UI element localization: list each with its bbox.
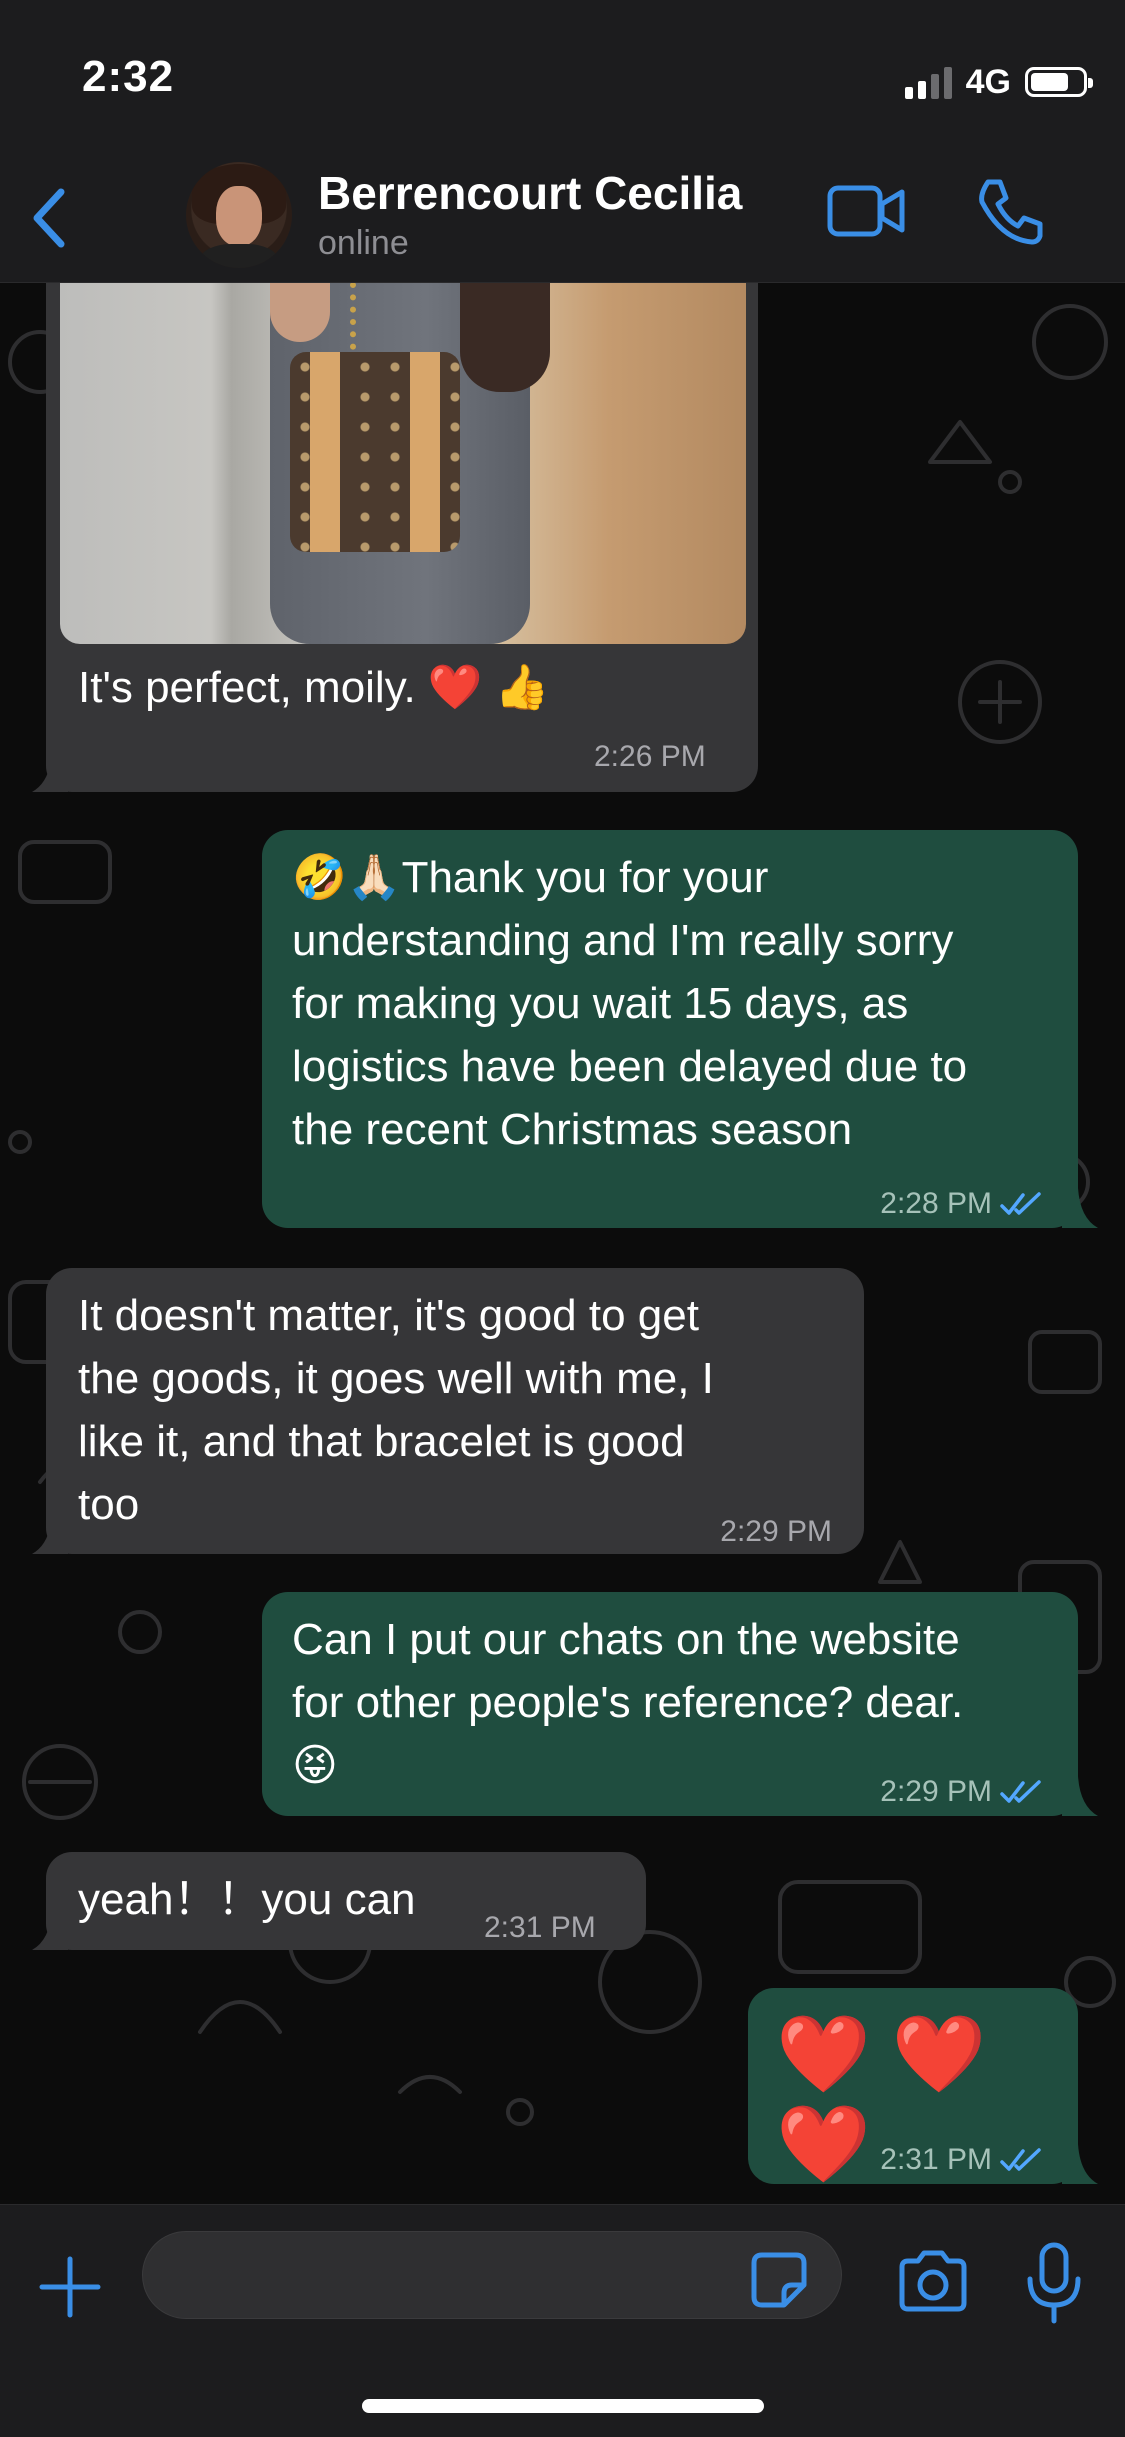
contact-status: online xyxy=(318,224,409,262)
message-text: 🤣🙏🏻Thank you for your understanding and … xyxy=(292,853,968,1154)
double-check-icon xyxy=(1000,2147,1041,2171)
signal-icon xyxy=(904,65,952,99)
message-bubble-incoming[interactable]: It doesn't matter, it's good to get the … xyxy=(46,1268,864,1554)
microphone-icon[interactable] xyxy=(1022,2241,1086,2325)
message-time: 2:31 PM xyxy=(484,1911,596,1944)
chat-header: 2:32 4G Berrencourt Cecilia online xyxy=(0,0,1125,283)
message-time: 2:28 PM xyxy=(880,1187,992,1220)
double-check-icon xyxy=(1000,1779,1041,1803)
bubble-tail xyxy=(32,752,68,792)
network-type: 4G xyxy=(965,62,1011,101)
message-time: 2:29 PM xyxy=(880,1775,992,1808)
message-bubble-outgoing[interactable]: ❤️ ❤️ ❤️ 2:31 PM xyxy=(748,1988,1078,2187)
message-bubble-incoming[interactable]: yeah！！you can 2:31 PM xyxy=(46,1852,646,1950)
message-text: Can I put our chats on the website for o… xyxy=(292,1615,964,1790)
message-time: 2:26 PM xyxy=(594,740,706,773)
double-check-icon xyxy=(1000,1191,1041,1215)
back-chevron-icon[interactable] xyxy=(22,178,76,258)
bubble-tail xyxy=(1062,2144,1098,2184)
phone-icon[interactable] xyxy=(974,176,1044,246)
contact-name[interactable]: Berrencourt Cecilia xyxy=(318,166,742,220)
camera-icon[interactable] xyxy=(896,2245,970,2319)
message-input[interactable] xyxy=(142,2231,842,2319)
status-indicators: 4G xyxy=(904,60,1093,104)
image-caption: It's perfect, moily. ❤️ 👍 xyxy=(78,663,550,712)
message-text: yeah！！you can xyxy=(78,1875,416,1924)
video-call-icon[interactable] xyxy=(826,180,906,242)
sticker-icon[interactable] xyxy=(750,2251,808,2309)
bubble-tail xyxy=(1062,1188,1098,1228)
message-composer xyxy=(0,2204,1125,2437)
battery-icon xyxy=(1025,67,1093,97)
message-text: It doesn't matter, it's good to get the … xyxy=(78,1291,714,1529)
home-indicator[interactable] xyxy=(362,2399,764,2413)
bubble-tail xyxy=(32,1514,68,1554)
message-time: 2:31 PM xyxy=(880,2143,992,2176)
status-time: 2:32 xyxy=(82,52,175,101)
bubble-tail xyxy=(1062,1776,1098,1816)
avatar[interactable] xyxy=(186,162,292,268)
shared-photo[interactable] xyxy=(60,282,746,644)
bubble-tail xyxy=(32,1910,68,1950)
message-bubble-outgoing[interactable]: Can I put our chats on the website for o… xyxy=(262,1592,1078,1816)
message-time: 2:29 PM xyxy=(720,1515,832,1548)
message-bubble-outgoing[interactable]: 🤣🙏🏻Thank you for your understanding and … xyxy=(262,830,1078,1228)
plus-icon[interactable] xyxy=(36,2253,104,2321)
